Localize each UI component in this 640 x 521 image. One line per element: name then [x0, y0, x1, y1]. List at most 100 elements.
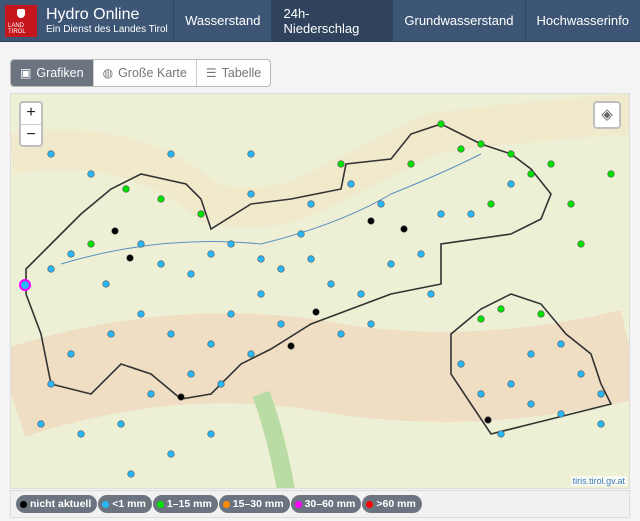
station-marker[interactable] — [277, 320, 285, 328]
station-marker[interactable] — [122, 185, 130, 193]
nav-grundwasserstand[interactable]: Grundwasserstand — [392, 0, 524, 41]
nav-niederschlag[interactable]: 24h-Niederschlag — [271, 0, 393, 41]
station-marker[interactable] — [437, 120, 445, 128]
precipitation-map[interactable]: + − ◈ tiris.tirol.gv.at — [10, 93, 630, 489]
station-marker[interactable] — [467, 210, 475, 218]
station-marker[interactable] — [607, 170, 615, 178]
station-marker[interactable] — [597, 420, 605, 428]
station-marker[interactable] — [457, 360, 465, 368]
station-marker[interactable] — [497, 430, 505, 438]
station-marker[interactable] — [47, 380, 55, 388]
station-marker[interactable] — [577, 240, 585, 248]
station-marker[interactable] — [67, 250, 75, 258]
station-marker[interactable] — [177, 393, 185, 401]
station-marker[interactable] — [107, 330, 115, 338]
station-marker[interactable] — [507, 380, 515, 388]
station-marker[interactable] — [157, 260, 165, 268]
station-marker[interactable] — [207, 340, 215, 348]
station-marker[interactable] — [157, 195, 165, 203]
station-marker[interactable] — [87, 170, 95, 178]
station-marker[interactable] — [126, 254, 134, 262]
station-marker[interactable] — [37, 420, 45, 428]
station-marker[interactable] — [567, 200, 575, 208]
station-marker[interactable] — [197, 210, 205, 218]
station-marker[interactable] — [457, 145, 465, 153]
station-marker[interactable] — [111, 227, 119, 235]
station-marker[interactable] — [337, 160, 345, 168]
station-marker[interactable] — [437, 210, 445, 218]
station-marker[interactable] — [537, 310, 545, 318]
station-marker[interactable] — [557, 340, 565, 348]
station-marker[interactable] — [217, 380, 225, 388]
station-marker[interactable] — [117, 420, 125, 428]
station-marker[interactable] — [102, 280, 110, 288]
nav-wasserstand[interactable]: Wasserstand — [173, 0, 271, 41]
station-marker[interactable] — [307, 200, 315, 208]
station-marker[interactable] — [257, 290, 265, 298]
station-marker[interactable] — [257, 255, 265, 263]
tab-grafiken[interactable]: ▣ Grafiken — [11, 60, 93, 86]
station-marker[interactable] — [147, 390, 155, 398]
station-marker[interactable] — [127, 470, 135, 478]
station-marker[interactable] — [307, 255, 315, 263]
tab-tabelle[interactable]: ☰ Tabelle — [195, 60, 270, 86]
station-marker[interactable] — [357, 290, 365, 298]
station-marker[interactable] — [167, 330, 175, 338]
station-marker[interactable] — [597, 390, 605, 398]
station-marker[interactable] — [247, 350, 255, 358]
station-marker[interactable] — [277, 265, 285, 273]
station-marker[interactable] — [577, 370, 585, 378]
station-marker[interactable] — [497, 305, 505, 313]
station-marker[interactable] — [367, 217, 375, 225]
station-marker[interactable] — [77, 430, 85, 438]
station-marker[interactable] — [137, 240, 145, 248]
station-marker[interactable] — [247, 150, 255, 158]
station-marker[interactable] — [227, 310, 235, 318]
station-marker[interactable] — [19, 279, 31, 291]
tab-grosse-karte[interactable]: ◍ Große Karte — [92, 60, 196, 86]
station-marker[interactable] — [67, 350, 75, 358]
station-marker[interactable] — [527, 350, 535, 358]
station-marker[interactable] — [367, 320, 375, 328]
map-attribution[interactable]: tiris.tirol.gv.at — [570, 476, 627, 486]
station-marker[interactable] — [477, 315, 485, 323]
station-marker[interactable] — [387, 260, 395, 268]
station-marker[interactable] — [527, 170, 535, 178]
station-marker[interactable] — [187, 370, 195, 378]
station-marker[interactable] — [507, 150, 515, 158]
legend-item[interactable]: nicht aktuell — [16, 495, 98, 513]
station-marker[interactable] — [547, 160, 555, 168]
legend-item[interactable]: <1 mm — [98, 495, 152, 513]
legend-item[interactable]: 30–60 mm — [290, 495, 362, 513]
station-marker[interactable] — [337, 330, 345, 338]
station-marker[interactable] — [297, 230, 305, 238]
zoom-out-button[interactable]: − — [21, 124, 41, 145]
legend-item[interactable]: >60 mm — [362, 495, 422, 513]
station-marker[interactable] — [247, 190, 255, 198]
station-marker[interactable] — [377, 200, 385, 208]
legend-item[interactable]: 1–15 mm — [152, 495, 218, 513]
station-marker[interactable] — [484, 416, 492, 424]
station-marker[interactable] — [167, 450, 175, 458]
station-marker[interactable] — [477, 140, 485, 148]
station-marker[interactable] — [227, 240, 235, 248]
station-marker[interactable] — [187, 270, 195, 278]
station-marker[interactable] — [427, 290, 435, 298]
station-marker[interactable] — [527, 400, 535, 408]
station-marker[interactable] — [400, 225, 408, 233]
station-marker[interactable] — [477, 390, 485, 398]
station-marker[interactable] — [87, 240, 95, 248]
station-marker[interactable] — [557, 410, 565, 418]
station-marker[interactable] — [407, 160, 415, 168]
station-marker[interactable] — [137, 310, 145, 318]
station-marker[interactable] — [207, 250, 215, 258]
station-marker[interactable] — [207, 430, 215, 438]
station-marker[interactable] — [487, 200, 495, 208]
station-marker[interactable] — [287, 342, 295, 350]
station-marker[interactable] — [47, 265, 55, 273]
station-marker[interactable] — [167, 150, 175, 158]
station-marker[interactable] — [507, 180, 515, 188]
nav-hochwasserinfo[interactable]: Hochwasserinfo — [524, 0, 640, 41]
station-marker[interactable] — [312, 308, 320, 316]
brand[interactable]: LAND TIROL Hydro Online Ein Dienst des La… — [0, 0, 173, 41]
